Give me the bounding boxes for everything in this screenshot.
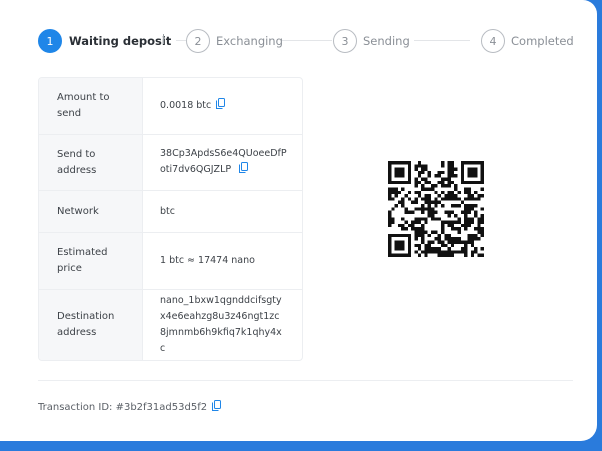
step-number-1: 1: [38, 29, 62, 53]
row-network: Network btc: [39, 191, 302, 233]
step-label-2: Exchanging: [216, 34, 283, 48]
step-completed: 4 Completed: [481, 28, 574, 54]
amount-value: 0.0018 btc: [160, 100, 212, 111]
copy-icon[interactable]: [212, 400, 222, 414]
step-label-4: Completed: [511, 34, 574, 48]
step-exchanging: 2 Exchanging: [186, 28, 283, 54]
copy-icon[interactable]: [239, 162, 249, 179]
step-connector: [176, 40, 186, 41]
step-sending: 3 Sending: [333, 28, 410, 54]
step-label-3: Sending: [363, 34, 410, 48]
destination-value: nano_1bxw1qgnddcifsgtyx4e6eahzg8u3z46ngt…: [160, 295, 282, 354]
row-estimated-price: Estimated price 1 btc ≈ 17474 nano: [39, 233, 302, 290]
step-waiting-deposit: 1 Waiting deposit: [38, 28, 171, 54]
destination-label: Destination address: [39, 290, 143, 360]
step-divider: [163, 34, 164, 44]
transaction-id: Transaction ID: #3b2f31ad53d5f2: [38, 400, 222, 414]
price-value: 1 btc ≈ 17474 nano: [160, 255, 255, 266]
deposit-details-table: Amount to send 0.0018 btc Send to addres…: [38, 77, 303, 361]
row-amount: Amount to send 0.0018 btc: [39, 78, 302, 135]
divider: [38, 380, 573, 381]
step-connector: [414, 40, 470, 41]
step-number-4: 4: [481, 29, 505, 53]
row-send-address: Send to address 38Cp3ApdsS6e4QUoeeDfPoti…: [39, 135, 302, 191]
step-label-1: Waiting deposit: [69, 34, 172, 48]
exchange-card: 1 Waiting deposit 2 Exchanging 3 Sending…: [0, 0, 597, 441]
step-number-2: 2: [186, 29, 210, 53]
row-destination: Destination address nano_1bxw1qgnddcifsg…: [39, 290, 302, 360]
network-value: btc: [160, 205, 175, 217]
copy-icon[interactable]: [216, 97, 226, 115]
step-number-3: 3: [333, 29, 357, 53]
send-label: Send to address: [39, 135, 143, 190]
transaction-id-text: Transaction ID: #3b2f31ad53d5f2: [38, 401, 208, 413]
send-address-value: 38Cp3ApdsS6e4QUoeeDfPoti7dv6QGJZLP: [160, 148, 287, 175]
network-label: Network: [39, 191, 143, 232]
step-connector: [282, 40, 332, 41]
progress-stepper: 1 Waiting deposit 2 Exchanging 3 Sending…: [38, 28, 578, 54]
qr-code: [388, 161, 484, 257]
price-label: Estimated price: [39, 233, 143, 289]
amount-label: Amount to send: [39, 78, 143, 134]
